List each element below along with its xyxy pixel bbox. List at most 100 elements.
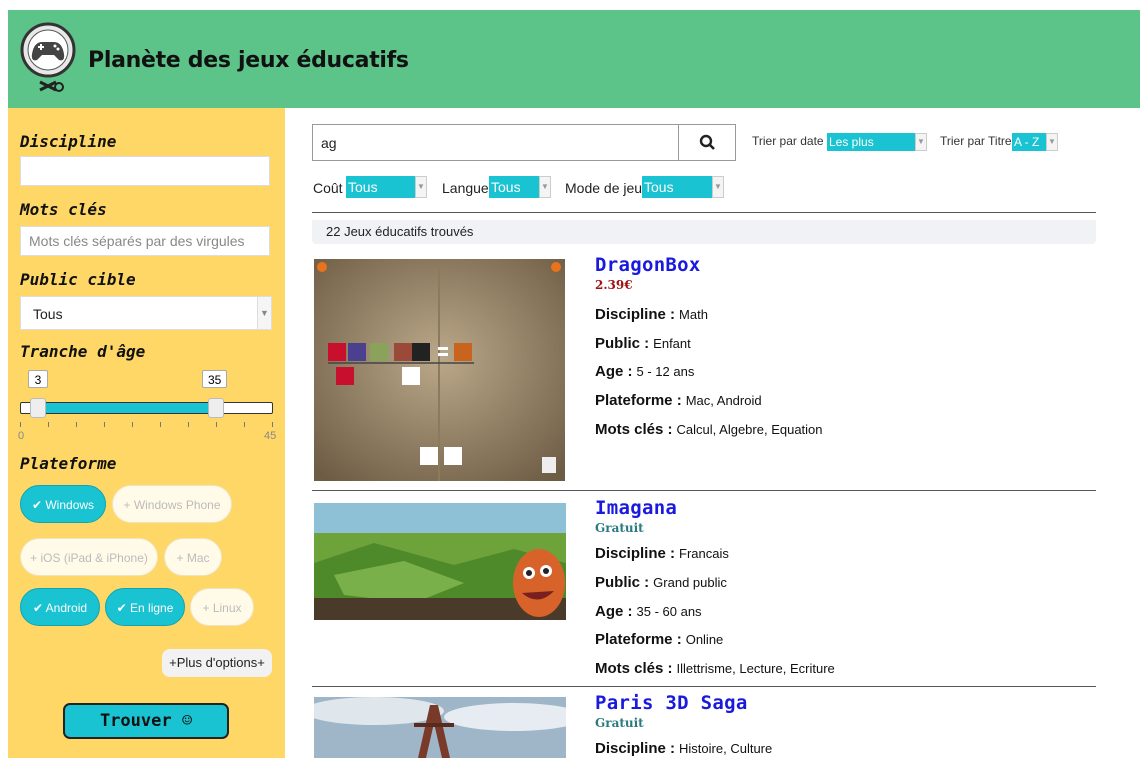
imagana-thumbnail[interactable] bbox=[314, 503, 566, 620]
attr-label: Discipline : bbox=[595, 545, 676, 562]
search-button[interactable] bbox=[678, 124, 736, 161]
sort-title-label: Trier par Titre bbox=[940, 134, 1012, 148]
game-discipline: Discipline : Histoire, Culture bbox=[595, 740, 772, 757]
game-keywords: Mots clés : Calcul, Algebre, Equation bbox=[595, 421, 823, 438]
site-title: Planète des jeux éducatifs bbox=[88, 48, 409, 73]
search-input[interactable]: ag bbox=[312, 124, 678, 161]
audience-select[interactable]: Tous ▼ bbox=[20, 296, 272, 330]
age-range-ticks bbox=[20, 422, 273, 432]
platform-chip-online[interactable]: ✔ En ligne bbox=[105, 588, 185, 626]
age-min-value: 3 bbox=[28, 370, 48, 388]
game-title-link[interactable]: Imagana bbox=[595, 497, 677, 519]
game-price: Gratuit bbox=[595, 716, 644, 730]
site-header: Planète des jeux éducatifs bbox=[8, 10, 1140, 108]
age-max-handle[interactable] bbox=[208, 398, 225, 418]
cost-select[interactable]: Tous bbox=[346, 176, 415, 198]
more-options-button[interactable]: +Plus d'options+ bbox=[162, 649, 272, 677]
divider bbox=[312, 490, 1096, 491]
discipline-input[interactable] bbox=[20, 156, 270, 186]
game-public: Public : Grand public bbox=[595, 574, 727, 591]
age-range-label: Tranche d'âge bbox=[20, 342, 146, 361]
gamepad-globe-logo-icon[interactable] bbox=[20, 20, 76, 104]
attr-value: 5 - 12 ans bbox=[636, 364, 695, 379]
game-discipline: Discipline : Math bbox=[595, 306, 708, 323]
attr-label: Mots clés : bbox=[595, 660, 673, 677]
attr-label: Age : bbox=[595, 363, 633, 380]
game-age: Age :5 - 12 ans bbox=[595, 363, 694, 380]
attr-label: Plateforme : bbox=[595, 631, 682, 648]
attr-value: Enfant bbox=[653, 336, 691, 351]
paris-3d-saga-thumbnail[interactable] bbox=[314, 697, 566, 758]
platform-chip-ios[interactable]: + iOS (iPad & iPhone) bbox=[20, 538, 158, 576]
platform-chip-label: En ligne bbox=[130, 601, 174, 615]
cost-label: Coût bbox=[313, 180, 343, 196]
range-tick bbox=[272, 422, 273, 427]
language-select[interactable]: Tous bbox=[489, 176, 539, 198]
game-discipline: Discipline : Francais bbox=[595, 545, 729, 562]
game-age: Age :35 - 60 ans bbox=[595, 603, 702, 620]
game-public: Public : Enfant bbox=[595, 335, 691, 352]
chevron-down-icon[interactable]: ▼ bbox=[415, 176, 427, 198]
attr-label: Discipline : bbox=[595, 306, 676, 323]
find-button[interactable]: Trouver ☺ bbox=[63, 703, 229, 739]
audience-label: Public cible bbox=[20, 270, 136, 289]
platform-label: Plateforme bbox=[20, 454, 117, 473]
game-mode-select[interactable]: Tous bbox=[642, 176, 712, 198]
game-price: Gratuit bbox=[595, 521, 644, 535]
divider bbox=[312, 686, 1096, 687]
age-scale-max: 45 bbox=[264, 430, 277, 442]
sort-date-select[interactable]: Les plus récents bbox=[827, 133, 915, 167]
dragonbox-thumbnail[interactable] bbox=[314, 259, 565, 481]
range-tick bbox=[20, 422, 21, 427]
platform-chip-label: iOS (iPad & iPhone) bbox=[40, 551, 148, 565]
game-title-link[interactable]: DragonBox bbox=[595, 254, 701, 276]
platform-chip-label: Windows Phone bbox=[133, 498, 221, 512]
audience-selected-value: Tous bbox=[33, 306, 63, 322]
sort-title-select[interactable]: A - Z bbox=[1012, 133, 1046, 151]
chevron-down-icon[interactable]: ▼ bbox=[539, 176, 551, 198]
filter-sidebar: Discipline Mots clés Public cible Tous ▼… bbox=[8, 108, 285, 758]
attr-label: Public : bbox=[595, 574, 650, 591]
age-min-handle[interactable] bbox=[29, 398, 46, 418]
attr-label: Age : bbox=[595, 603, 633, 620]
platform-chip-label: Linux bbox=[212, 601, 242, 615]
results-count: 22 Jeux éducatifs trouvés bbox=[326, 224, 474, 239]
game-keywords: Mots clés : Illettrisme, Lecture, Ecritur… bbox=[595, 660, 835, 677]
attr-value: Histoire, Culture bbox=[679, 741, 773, 756]
platform-chip-android[interactable]: ✔ Android bbox=[20, 588, 100, 626]
range-tick bbox=[244, 422, 245, 427]
platform-chip-label: Windows bbox=[45, 498, 95, 512]
attr-value: Calcul, Algebre, Equation bbox=[676, 422, 823, 437]
age-range-fill bbox=[37, 403, 217, 413]
platform-chip-windows[interactable]: ✔ Windows bbox=[20, 485, 106, 523]
age-range-slider[interactable] bbox=[20, 398, 273, 418]
chevron-down-icon: ▼ bbox=[257, 297, 271, 329]
chevron-down-icon[interactable]: ▼ bbox=[915, 133, 927, 151]
platform-chip-label: Android bbox=[45, 601, 88, 615]
plus-icon: + bbox=[123, 498, 131, 512]
attr-label: Mots clés : bbox=[595, 421, 673, 438]
keywords-input[interactable] bbox=[20, 226, 270, 256]
check-icon: ✔ bbox=[116, 601, 127, 615]
attr-value: Math bbox=[679, 307, 708, 322]
attr-value: Online bbox=[685, 632, 724, 647]
divider bbox=[312, 212, 1096, 213]
platform-chip-linux[interactable]: + Linux bbox=[190, 588, 254, 626]
keywords-label: Mots clés bbox=[20, 200, 107, 219]
plus-icon: + bbox=[176, 551, 184, 565]
results-count-bar: 22 Jeux éducatifs trouvés bbox=[312, 220, 1096, 244]
platform-chip-mac[interactable]: + Mac bbox=[164, 538, 222, 576]
range-tick bbox=[48, 422, 49, 427]
game-title-link[interactable]: Paris 3D Saga bbox=[595, 692, 748, 714]
age-scale-min: 0 bbox=[18, 430, 25, 442]
attr-value: Mac, Android bbox=[685, 393, 762, 408]
attr-value: Grand public bbox=[653, 575, 727, 590]
chevron-down-icon[interactable]: ▼ bbox=[712, 176, 724, 198]
attr-value: Illettrisme, Lecture, Ecriture bbox=[676, 661, 835, 676]
range-tick bbox=[132, 422, 133, 427]
attr-value: Francais bbox=[679, 546, 729, 561]
platform-chip-windows-phone[interactable]: + Windows Phone bbox=[112, 485, 232, 523]
attr-label: Public : bbox=[595, 335, 650, 352]
chevron-down-icon[interactable]: ▼ bbox=[1046, 133, 1058, 151]
language-label: Langue bbox=[442, 180, 489, 196]
